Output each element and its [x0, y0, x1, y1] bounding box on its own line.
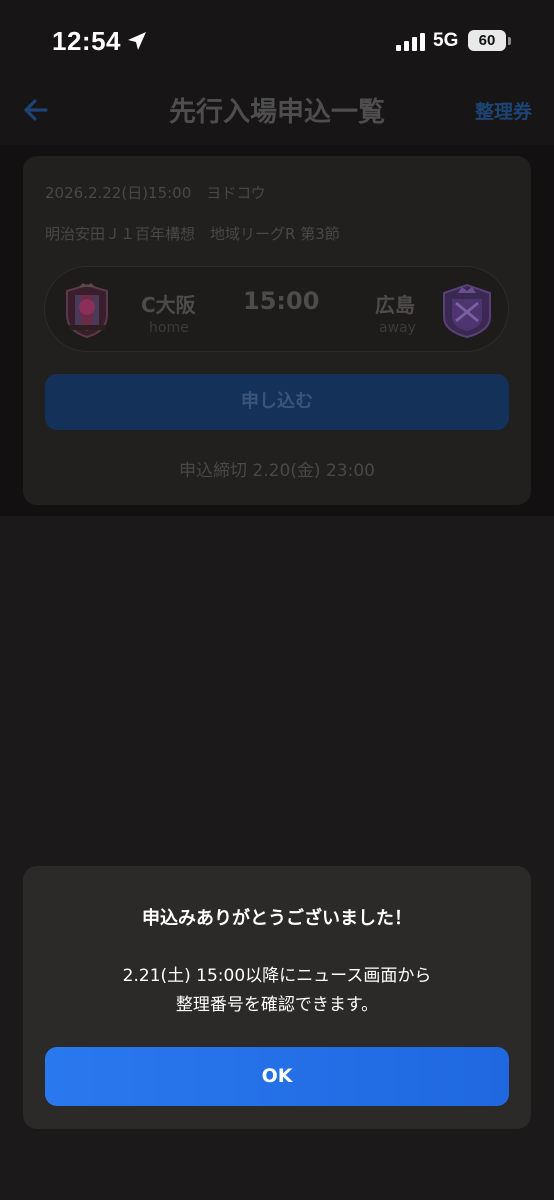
location-arrow-icon — [128, 32, 146, 50]
dialog-message-line1: 2.21(土) 15:00以降にニュース画面から — [122, 966, 432, 986]
away-team-emblem-icon — [443, 283, 491, 339]
ok-button[interactable]: OK — [45, 1047, 509, 1106]
home-label: home — [149, 320, 189, 336]
status-time: 12:54 — [52, 26, 121, 56]
match-date: 2026.2.22(日)15:00 ヨドコウ — [45, 184, 266, 202]
status-bar: 12:54 5G 60 — [0, 0, 554, 80]
confirmation-dialog: 申込みありがとうございました！ 2.21(土) 15:00以降にニュース画面から… — [23, 866, 531, 1129]
application-deadline: 申込締切 2.20(金) 23:00 — [179, 461, 375, 481]
ticket-link[interactable]: 整理券 — [475, 97, 532, 124]
dialog-title: 申込みありがとうございました！ — [142, 908, 412, 929]
away-label: away — [379, 320, 416, 336]
nav-bar: 先行入場申込一覧 整理券 — [0, 80, 554, 145]
page-title: 先行入場申込一覧 — [169, 97, 385, 128]
home-team-name: C大阪 — [141, 293, 196, 317]
match-card: 2026.2.22(日)15:00 ヨドコウ 明治安田Ｊ１百年構想 地域リーグR… — [23, 156, 531, 505]
kickoff-time: 15:00 — [243, 287, 320, 315]
dialog-message-line2: 整理番号を確認できます。 — [175, 995, 379, 1015]
apply-button[interactable]: 申し込む — [45, 374, 509, 430]
match-competition: 明治安田Ｊ１百年構想 地域リーグR 第3節 — [45, 225, 340, 243]
battery-icon: 60 — [468, 30, 506, 51]
home-team-emblem-icon — [66, 283, 108, 339]
battery-cap — [508, 37, 511, 45]
network-type: 5G — [433, 30, 459, 51]
away-team-name: 広島 — [375, 293, 415, 317]
scoreboard: C大阪 home 15:00 広島 away — [44, 266, 509, 352]
cellular-signal-icon — [396, 33, 425, 51]
